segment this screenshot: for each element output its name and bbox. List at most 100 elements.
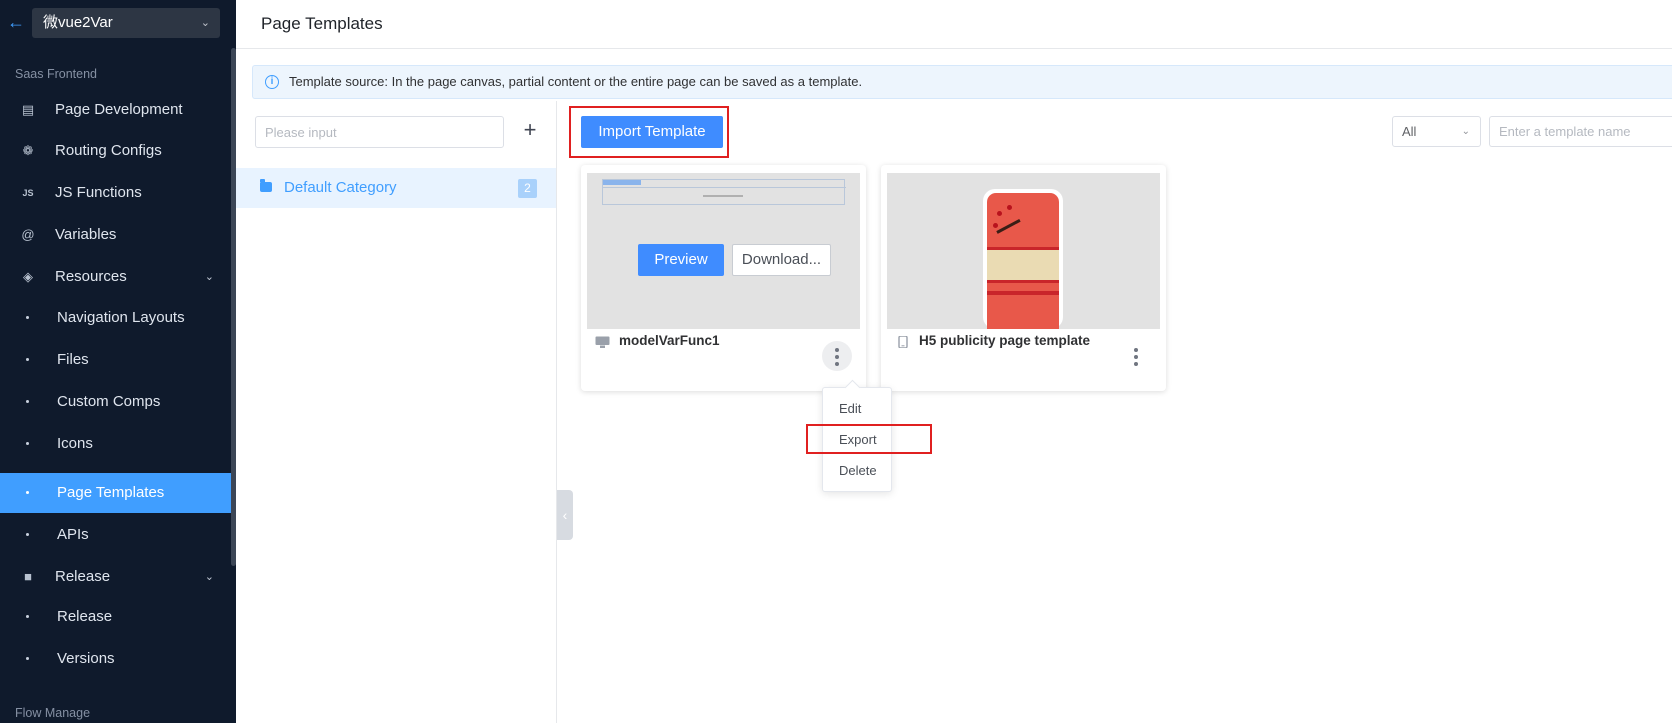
- js-icon: JS: [22, 188, 34, 198]
- folder-icon: [260, 179, 272, 192]
- sidebar-item-page-templates[interactable]: Page Templates: [0, 473, 236, 513]
- bullet-icon: [26, 657, 29, 660]
- add-category-button[interactable]: +: [518, 119, 542, 143]
- preview-button[interactable]: Preview: [638, 244, 724, 276]
- template-card[interactable]: H5 publicity page template: [881, 165, 1166, 391]
- page-header: Page Templates: [236, 0, 1672, 49]
- back-arrow-icon[interactable]: ←: [6, 12, 26, 32]
- sidebar-item-label: Release: [57, 608, 113, 625]
- bullet-icon: [26, 442, 29, 445]
- highlight-box-export: [806, 424, 932, 454]
- sidebar-item-release[interactable]: Release: [0, 597, 236, 637]
- sidebar-item-files[interactable]: Files: [0, 340, 236, 380]
- group-label-saas-frontend: Saas Frontend: [15, 67, 97, 81]
- template-thumbnail: [887, 173, 1160, 329]
- thumbnail-tag: [603, 180, 641, 185]
- app-switcher: ← 微vue2Var ⌄: [0, 0, 236, 46]
- sidebar-item-label: Files: [57, 351, 89, 368]
- scroll-band-graphic: [987, 247, 1059, 283]
- sidebar-item-label: Custom Comps: [57, 393, 161, 410]
- chevron-down-icon: ⌄: [204, 271, 214, 283]
- app-select[interactable]: 微vue2Var ⌄: [32, 8, 220, 38]
- bullet-icon: [26, 615, 29, 618]
- mobile-preview-image: [983, 189, 1063, 329]
- sidebar-item-label: Variables: [55, 226, 117, 243]
- thumbnail-divider: [603, 187, 846, 188]
- bullet-icon: [26, 533, 29, 536]
- blossom-graphic: [993, 223, 998, 228]
- info-banner: i Template source: In the page canvas, p…: [252, 65, 1672, 99]
- sidebar-item-label: Navigation Layouts: [57, 309, 185, 326]
- sidebar-item-page-development[interactable]: ▤ Page Development: [0, 90, 236, 130]
- plum-branch-graphic: [987, 202, 1021, 234]
- chevron-down-icon: ⌄: [1461, 126, 1470, 137]
- sidebar-item-label: Page Development: [55, 101, 183, 118]
- more-dots-icon: [835, 348, 839, 352]
- chevron-down-icon: ⌄: [200, 17, 210, 29]
- box-icon: ■: [24, 569, 32, 584]
- template-thumbnail: Preview Download...: [587, 173, 860, 329]
- template-name: modelVarFunc1: [619, 333, 720, 348]
- sidebar-item-label: APIs: [57, 526, 89, 543]
- category-count-badge: 2: [518, 179, 537, 198]
- bullet-icon: [26, 358, 29, 361]
- bullet-icon: [26, 491, 29, 494]
- sidebar-item-resources[interactable]: ◈ Resources ⌄: [0, 257, 236, 297]
- layers-icon: ◈: [23, 269, 33, 284]
- more-dots-icon: [1134, 348, 1138, 352]
- category-search-input[interactable]: [255, 116, 504, 148]
- sidebar-item-release-group[interactable]: ■ Release ⌄: [0, 557, 236, 597]
- more-actions-button[interactable]: [822, 341, 852, 371]
- sidebar-item-custom-comps[interactable]: Custom Comps: [0, 382, 236, 422]
- chevron-left-icon: ‹: [562, 507, 568, 523]
- banner-text: Template source: In the page canvas, par…: [289, 74, 863, 89]
- template-type-select[interactable]: All ⌄: [1392, 116, 1481, 147]
- group-label-flow-manage: Flow Manage: [15, 706, 91, 720]
- download-button[interactable]: Download...: [732, 244, 831, 276]
- mobile-icon: [898, 336, 908, 348]
- thumbnail-content: [602, 179, 846, 205]
- category-panel: + Default Category 2: [236, 101, 557, 723]
- routing-icon: ❁: [22, 143, 34, 158]
- template-search-input[interactable]: [1489, 116, 1672, 147]
- page-title: Page Templates: [261, 14, 383, 33]
- info-icon: i: [265, 75, 279, 89]
- sidebar-item-js-functions[interactable]: JS JS Functions: [0, 173, 236, 213]
- template-card[interactable]: Preview Download... modelVarFunc1: [581, 165, 866, 391]
- template-name: H5 publicity page template: [919, 333, 1091, 348]
- app-select-value: 微vue2Var: [43, 14, 113, 31]
- document-icon: ▤: [21, 102, 35, 117]
- bullet-icon: [26, 316, 29, 319]
- red-stripe-graphic: [987, 291, 1059, 295]
- desktop-icon: [595, 336, 610, 348]
- menu-item-edit[interactable]: Edit: [823, 394, 893, 424]
- sidebar-item-label: Versions: [57, 650, 115, 667]
- type-select-value: All: [1402, 124, 1417, 139]
- category-item-default[interactable]: Default Category 2: [236, 168, 556, 208]
- sidebar-item-label: Routing Configs: [55, 142, 162, 159]
- sidebar-item-navigation-layouts[interactable]: Navigation Layouts: [0, 298, 236, 338]
- highlight-box-import: [569, 106, 729, 158]
- sidebar-item-apis[interactable]: APIs: [0, 515, 236, 555]
- sidebar-item-variables[interactable]: @ Variables: [0, 215, 236, 255]
- sidebar-item-label: Release: [55, 568, 111, 585]
- sidebar-item-label: Resources: [55, 268, 127, 285]
- blossom-graphic: [1007, 205, 1012, 210]
- collapse-panel-handle[interactable]: ‹: [557, 490, 573, 540]
- blossom-graphic: [997, 211, 1002, 216]
- sidebar-item-label: Icons: [57, 435, 93, 452]
- sidebar-item-versions[interactable]: Versions: [0, 639, 236, 679]
- sidebar-item-icons[interactable]: Icons: [0, 424, 236, 464]
- menu-item-delete[interactable]: Delete: [823, 456, 893, 486]
- chevron-down-icon: ⌄: [204, 571, 214, 583]
- sidebar: ← 微vue2Var ⌄ Saas Frontend ▤ Page Develo…: [0, 0, 236, 723]
- sidebar-item-label: Page Templates: [57, 484, 165, 501]
- thumbnail-text: [703, 195, 743, 197]
- bullet-icon: [26, 400, 29, 403]
- sidebar-item-label: JS Functions: [55, 184, 142, 201]
- mobile-screen: [987, 193, 1059, 329]
- category-label: Default Category: [284, 179, 397, 196]
- at-icon: @: [21, 227, 35, 242]
- more-actions-button[interactable]: [1121, 341, 1151, 371]
- sidebar-item-routing-configs[interactable]: ❁ Routing Configs: [0, 131, 236, 171]
